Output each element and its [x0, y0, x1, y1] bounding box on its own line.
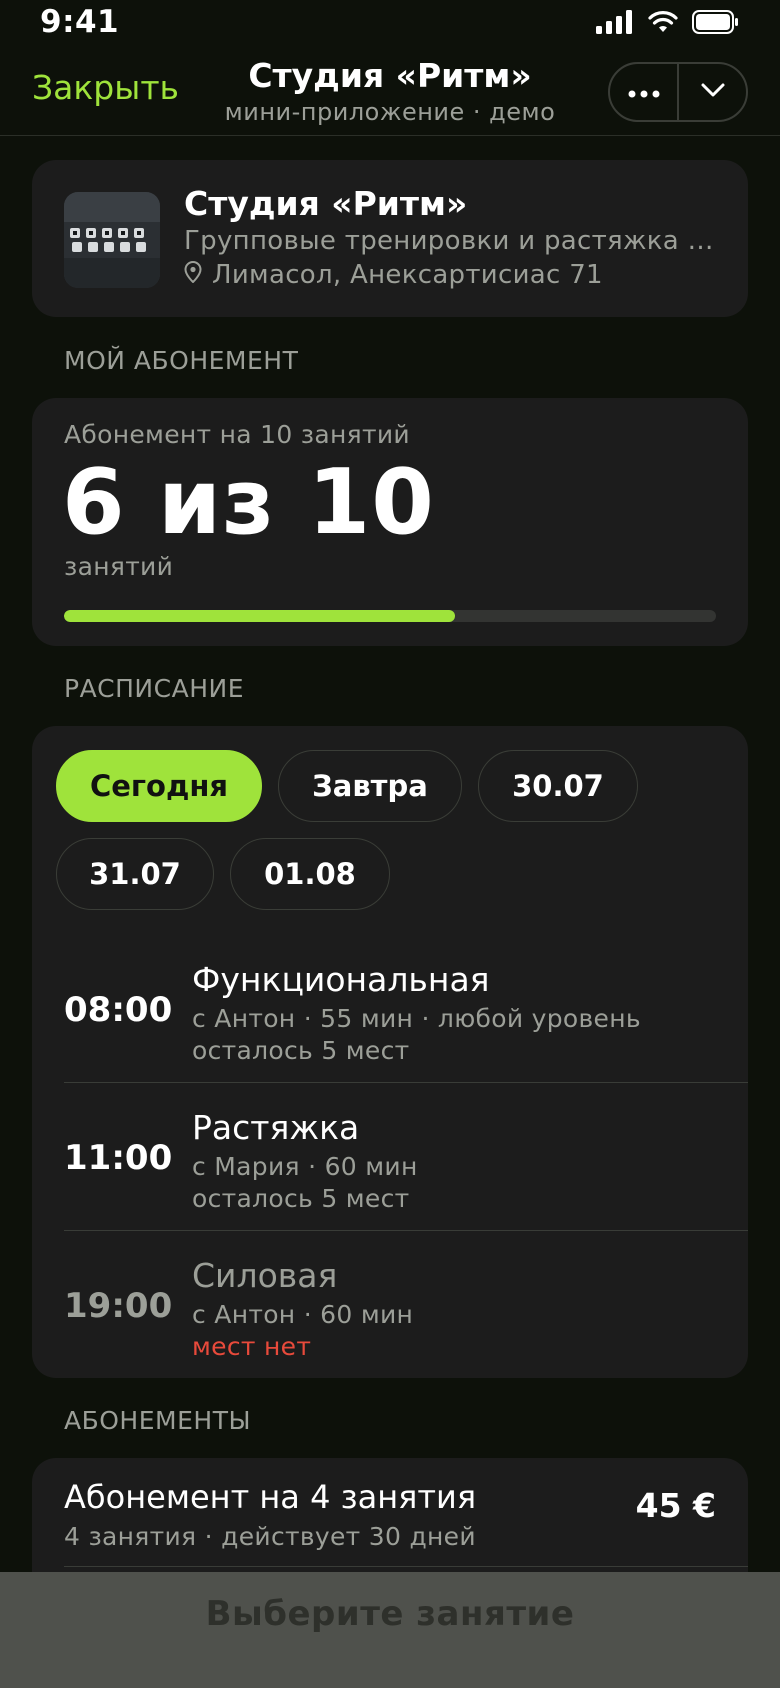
date-chip-30-07[interactable]: 30.07: [478, 750, 638, 822]
slot-time: 08:00: [64, 990, 173, 1030]
close-button[interactable]: Закрыть: [32, 68, 179, 107]
date-chip-31-07[interactable]: 31.07: [56, 838, 214, 910]
schedule-slot: 19:00 Силовая с Антон · 60 мин мест нет: [64, 1230, 748, 1378]
slot-time: 19:00: [64, 1286, 173, 1326]
slot-details: с Антон · 55 мин · любой уровень: [192, 1004, 641, 1033]
studio-location: Лимасол, Анексартисиас 71: [184, 260, 603, 290]
select-class-button[interactable]: Выберите занятие: [0, 1572, 780, 1688]
header-subtitle: мини-приложение · демо: [224, 98, 556, 126]
schedule-slot[interactable]: 11:00 Растяжка с Мария · 60 мин осталось…: [64, 1082, 748, 1230]
section-label-my-subscription: МОЙ АБОНЕМЕНТ: [64, 346, 299, 375]
subscription-progress-fill: [64, 610, 456, 622]
studio-name: Студия «Ритм»: [184, 184, 468, 223]
slot-class-name: Растяжка: [192, 1108, 360, 1147]
select-class-label: Выберите занятие: [205, 1594, 575, 1634]
slot-seats: осталось 5 мест: [192, 1184, 410, 1213]
battery-icon: [692, 10, 740, 38]
wifi-icon: [648, 10, 678, 38]
more-icon: [628, 83, 660, 102]
mini-app-header: Закрыть Студия «Ритм» мини-приложение · …: [0, 52, 780, 136]
plan-divider: [64, 1566, 748, 1567]
chevron-down-icon: [700, 82, 726, 102]
slot-seats: осталось 5 мест: [192, 1036, 410, 1065]
studio-description: Групповые тренировки и растяжка в центре…: [184, 226, 724, 256]
schedule-slot[interactable]: 08:00 Функциональная с Антон · 55 мин · …: [64, 934, 748, 1082]
slot-class-name: Силовая: [192, 1256, 338, 1295]
more-button[interactable]: [610, 64, 677, 120]
my-subscription-card: Абонемент на 10 занятий 6 из 10 занятий: [32, 398, 748, 646]
header-controls: [608, 62, 748, 122]
studio-card[interactable]: Студия «Ритм» Групповые тренировки и рас…: [32, 160, 748, 317]
schedule-card: Сегодня Завтра 30.07 31.07 01.08 08:00 Ф…: [32, 726, 748, 1378]
date-chip-01-08[interactable]: 01.08: [230, 838, 390, 910]
subscription-plan-label: Абонемент на 10 занятий: [64, 420, 410, 449]
plan-name: Абонемент на 4 занятия: [64, 1478, 477, 1516]
plan-price: 45 €: [635, 1486, 716, 1525]
studio-address: Лимасол, Анексартисиас 71: [212, 260, 603, 290]
slot-details: с Мария · 60 мин: [192, 1152, 418, 1181]
location-pin-icon: [184, 260, 202, 290]
slot-seats-full: мест нет: [192, 1332, 312, 1361]
status-bar: 9:41: [0, 0, 780, 52]
slot-time: 11:00: [64, 1138, 173, 1178]
section-label-schedule: РАСПИСАНИЕ: [64, 674, 244, 703]
collapse-button[interactable]: [677, 64, 746, 120]
subscription-unit: занятий: [64, 552, 174, 581]
cellular-signal-icon: [596, 10, 634, 38]
subscription-progress-bar: [64, 610, 716, 622]
date-chip-today[interactable]: Сегодня: [56, 750, 262, 822]
plan-details: 4 занятия · действует 30 дней: [64, 1522, 476, 1551]
slot-class-name: Функциональная: [192, 960, 490, 999]
studio-image: [64, 192, 160, 288]
status-time: 9:41: [40, 4, 120, 40]
subscription-remaining: 6 из 10: [62, 450, 435, 555]
slot-details: с Антон · 60 мин: [192, 1300, 414, 1329]
header-title: Студия «Ритм»: [248, 56, 532, 95]
section-label-plans: АБОНЕМЕНТЫ: [64, 1406, 252, 1435]
date-chip-tomorrow[interactable]: Завтра: [278, 750, 462, 822]
